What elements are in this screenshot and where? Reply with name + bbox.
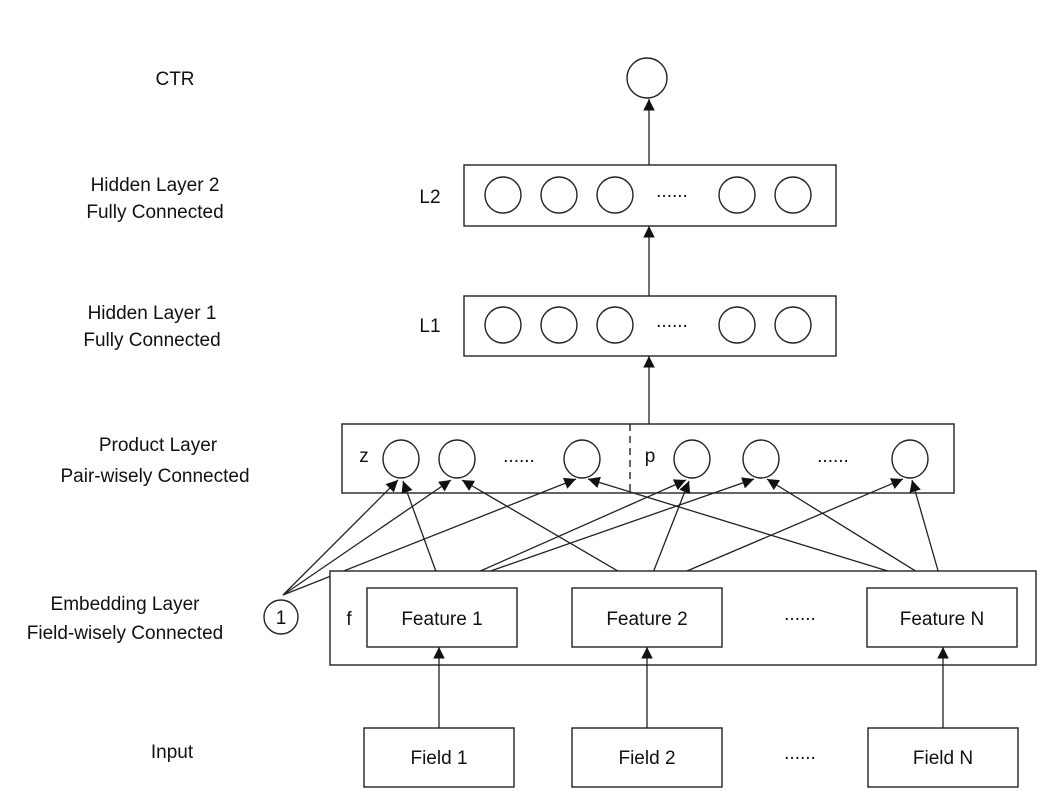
l1-node [484,306,522,344]
l2-node [540,176,578,214]
field-ellipsis: ...... [784,743,816,764]
f-label: f [346,609,352,630]
l1-node [596,306,634,344]
feature-ellipsis: ...... [784,604,816,625]
field-2-label: Field 2 [618,748,675,769]
l1-node [774,306,812,344]
l1-ellipsis: ...... [656,311,688,332]
p-ellipsis: ...... [817,446,849,467]
l1-label: L1 [419,316,440,337]
z-ellipsis: ...... [503,446,535,467]
feature-2-label: Feature 2 [606,609,687,630]
field-1-label: Field 1 [410,748,467,769]
ctr-node [626,57,668,99]
l1-node [718,306,756,344]
feature-1-label: Feature 1 [401,609,482,630]
label-product: Product Layer [99,435,218,456]
z-label: z [359,446,369,467]
z-node [438,439,476,479]
label-input: Input [151,742,194,763]
label-product-sub: Pair-wisely Connected [60,466,249,487]
label-ctr: CTR [155,69,194,90]
label-hidden1: Hidden Layer 1 [88,303,217,324]
l2-node [596,176,634,214]
feature-n-label: Feature N [900,609,984,630]
z-node [563,439,601,479]
z-node [382,439,420,479]
l2-ellipsis: ...... [656,181,688,202]
pnn-diagram: CTR Hidden Layer 2 Fully Connected Hidde… [27,57,1037,788]
l2-node [484,176,522,214]
p-node [891,439,929,479]
bias-label: 1 [276,608,287,629]
label-embedding: Embedding Layer [51,594,201,615]
label-hidden2-sub: Fully Connected [86,202,223,223]
label-hidden2: Hidden Layer 2 [91,175,220,196]
l2-node [774,176,812,214]
label-hidden1-sub: Fully Connected [83,330,220,351]
l1-node [540,306,578,344]
l2-label: L2 [419,187,440,208]
p-label: p [645,446,656,467]
p-node [673,439,711,479]
p-node [742,439,780,479]
field-n-label: Field N [913,748,973,769]
l2-node [718,176,756,214]
label-embedding-sub: Field-wisely Connected [27,623,223,644]
